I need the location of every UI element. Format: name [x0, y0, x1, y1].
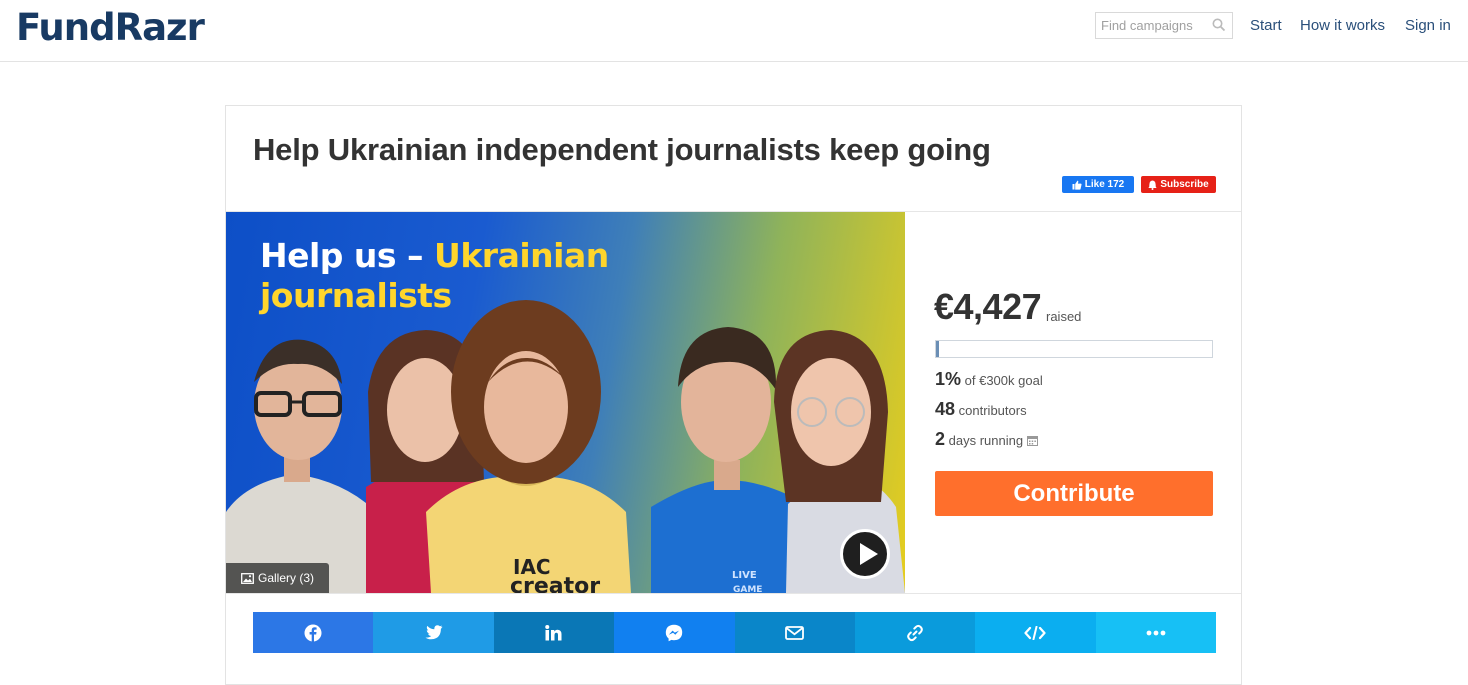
calendar-icon [1026, 436, 1038, 446]
contributors-count: 48 [935, 399, 956, 419]
progress-fill [936, 341, 939, 357]
funding-progress-bar [935, 340, 1213, 358]
search-box[interactable] [1095, 12, 1233, 39]
search-input[interactable] [1096, 13, 1208, 38]
image-icon [241, 572, 254, 584]
thumbs-up-icon [1072, 180, 1082, 190]
svg-text:creator: creator [510, 574, 600, 593]
embed-code-icon [1024, 625, 1047, 640]
facebook-like-button[interactable]: Like 172 [1062, 176, 1134, 193]
image-headline: Help us – Ukrainian journalists [260, 236, 609, 316]
svg-text:LIVE: LIVE [732, 570, 757, 581]
campaign-card: Help Ukrainian independent journalists k… [225, 105, 1242, 685]
svg-text:GAME: GAME [733, 585, 762, 593]
headline-white-text: Help us – [260, 236, 435, 275]
contributors-label: contributors [958, 403, 1027, 418]
divider [226, 593, 1241, 594]
youtube-subscribe-button[interactable]: Subscribe [1141, 176, 1216, 193]
nav-start-link[interactable]: Start [1250, 17, 1282, 34]
goal-stat: 1% of €300k goal [935, 369, 1043, 390]
headline-yellow-text-2: journalists [260, 276, 452, 315]
contributors-stat: 48 contributors [935, 399, 1027, 420]
twitter-icon [425, 625, 443, 640]
subscribe-label: Subscribe [1160, 179, 1209, 190]
nav-how-it-works-link[interactable]: How it works [1300, 17, 1385, 34]
share-bar [253, 612, 1216, 653]
top-navigation-bar: FundRazr Start How it works Sign in [0, 0, 1468, 62]
share-twitter-button[interactable] [373, 612, 494, 653]
campaign-video-thumbnail[interactable]: IAC creator LIVE GAME Help us – Ukrainia… [226, 212, 905, 593]
share-messenger-button[interactable] [614, 612, 735, 653]
goal-percent: 1% [935, 369, 962, 389]
raised-label: raised [1046, 309, 1082, 324]
messenger-icon [666, 624, 683, 641]
copy-link-button[interactable] [854, 612, 976, 653]
campaign-title: Help Ukrainian independent journalists k… [253, 132, 991, 167]
share-linkedin-button[interactable] [493, 612, 615, 653]
share-facebook-button[interactable] [253, 612, 374, 653]
email-icon [785, 625, 805, 640]
fundrazr-logo[interactable]: FundRazr [16, 6, 205, 49]
play-video-button[interactable] [840, 529, 890, 579]
gallery-label: Gallery (3) [257, 571, 314, 585]
gallery-button[interactable]: Gallery (3) [226, 563, 329, 593]
days-count: 2 [935, 429, 946, 449]
days-running-stat: 2 days running [935, 429, 1038, 450]
more-share-options-button[interactable] [1095, 612, 1216, 653]
search-icon[interactable] [1212, 18, 1226, 32]
goal-label: of €300k goal [964, 373, 1043, 388]
bell-icon [1148, 180, 1158, 190]
raised-amount: €4,427 [934, 286, 1042, 327]
linkedin-icon [545, 624, 562, 640]
contribute-button[interactable]: Contribute [935, 471, 1213, 516]
more-icon [1146, 630, 1166, 635]
headline-yellow-text-1: Ukrainian [434, 236, 609, 275]
link-icon [907, 624, 923, 641]
embed-code-button[interactable] [975, 612, 1096, 653]
nav-sign-in-link[interactable]: Sign in [1405, 17, 1451, 34]
facebook-icon [304, 624, 322, 641]
days-label: days running [948, 433, 1024, 448]
like-count-label: Like 172 [1084, 179, 1125, 190]
share-email-button[interactable] [734, 612, 855, 653]
